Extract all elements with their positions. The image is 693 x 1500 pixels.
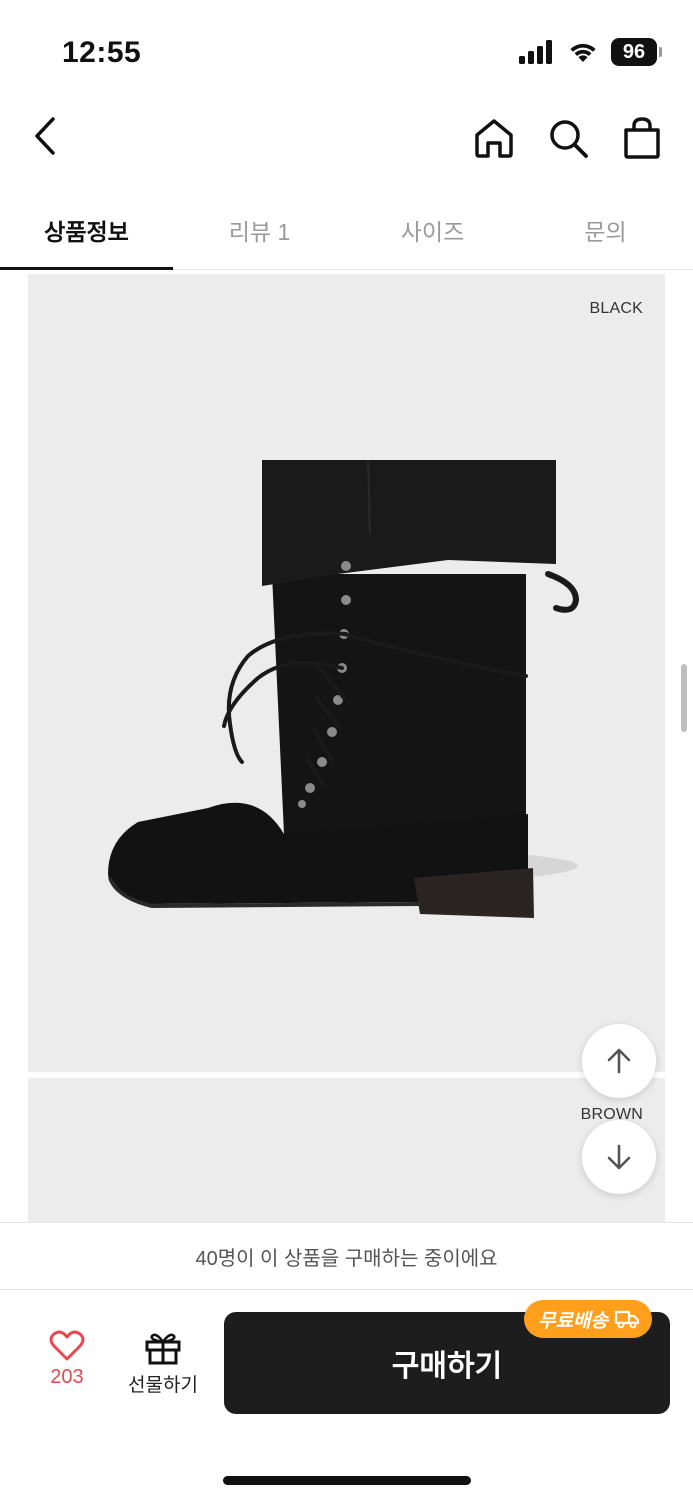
gift-button[interactable]: 선물하기 [118, 1330, 208, 1400]
free-shipping-label: 무료배송 [538, 1310, 608, 1332]
arrow-down-icon [607, 1144, 631, 1170]
top-navigation-bar [0, 100, 693, 180]
arrow-up-icon [607, 1048, 631, 1074]
cart-button[interactable] [616, 112, 668, 164]
home-button[interactable] [468, 112, 520, 164]
like-count: 203 [50, 1366, 84, 1388]
status-bar: 12:55 96 [0, 0, 693, 100]
like-button[interactable]: 203 [30, 1330, 104, 1400]
wifi-icon [570, 43, 596, 62]
back-button[interactable] [22, 112, 70, 160]
home-indicator[interactable] [223, 1476, 471, 1485]
tab-reviews[interactable]: 리뷰 1 [173, 190, 346, 269]
heart-icon [49, 1330, 85, 1361]
search-button[interactable] [542, 112, 594, 164]
gift-icon [145, 1333, 181, 1365]
gift-label: 선물하기 [128, 1375, 198, 1396]
product-tabs: 상품정보 리뷰 1 사이즈 문의 [0, 190, 693, 270]
free-shipping-badge: 무료배송 [524, 1300, 652, 1338]
status-time: 12:55 [62, 36, 142, 69]
chevron-left-icon [35, 117, 55, 155]
scrollbar[interactable] [681, 664, 687, 732]
home-icon [475, 119, 513, 158]
signal-icon [519, 40, 552, 64]
tab-product-info[interactable]: 상품정보 [0, 190, 173, 270]
battery-indicator: 96 [611, 38, 662, 66]
search-icon [550, 120, 588, 158]
shopping-bag-icon [624, 117, 660, 159]
product-image-brown: BROWN [28, 1078, 665, 1238]
boot-photo [108, 459, 580, 918]
status-icons: 96 [519, 38, 662, 66]
tab-inquiry[interactable]: 문의 [519, 190, 692, 269]
truck-icon [614, 1310, 640, 1329]
purchase-activity-notice: 40명이 이 상품을 구매하는 중이에요 [0, 1222, 693, 1290]
scroll-down-button[interactable] [582, 1120, 656, 1194]
color-label: BLACK [589, 300, 643, 317]
scroll-up-button[interactable] [582, 1024, 656, 1098]
tab-size[interactable]: 사이즈 [346, 190, 519, 269]
product-image-black: BLACK [28, 274, 665, 1072]
